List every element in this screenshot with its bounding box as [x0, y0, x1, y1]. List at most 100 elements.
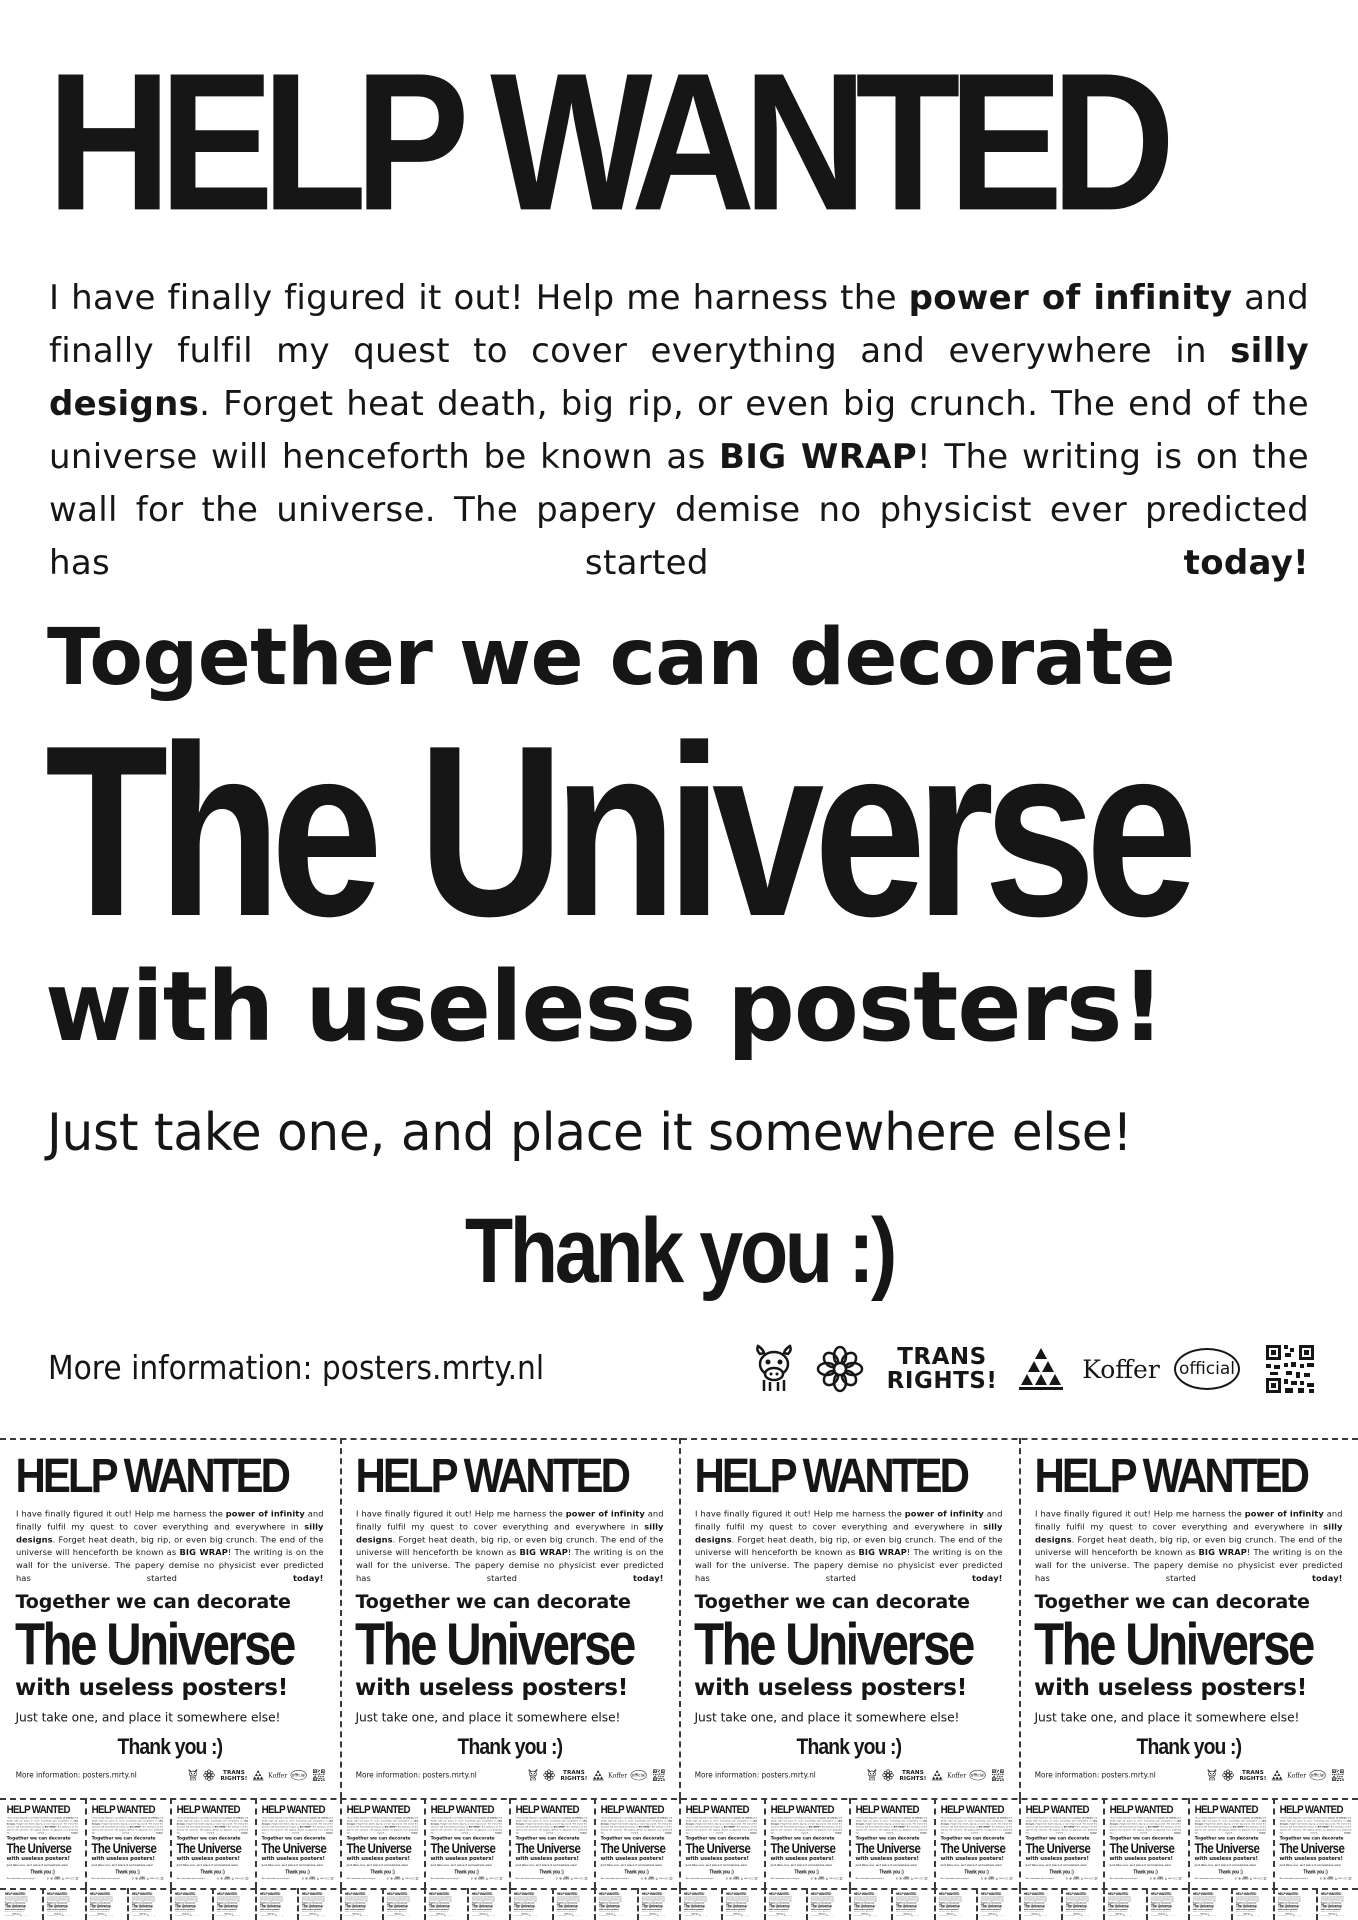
more-information-link[interactable]: More information: posters.mrty.nl	[1108, 1915, 1117, 1916]
more-information-link[interactable]: More information: posters.mrty.nl	[1110, 1877, 1138, 1879]
more-information-link[interactable]: More information: posters.mrty.nl	[514, 1915, 523, 1916]
tear-off-poster[interactable]: HELP WANTED I have finally figured it ou…	[343, 1801, 421, 1885]
more-information-link[interactable]: More information: posters.mrty.nl	[1236, 1915, 1245, 1916]
tear-off-poster[interactable]: HELP WANTED I have finally figured it ou…	[258, 1891, 294, 1917]
tear-off-poster[interactable]: HELP WANTED I have finally figured it ou…	[343, 1891, 378, 1917]
more-information-link[interactable]: More information: posters.mrty.nl	[387, 1915, 396, 1916]
more-information-link[interactable]: More information: posters.mrty.nl	[217, 1915, 226, 1916]
tear-off-poster[interactable]: HELP WANTED I have finally figured it ou…	[683, 1891, 718, 1917]
tear-off-poster[interactable]: HELP WANTED I have finally figured it ou…	[131, 1891, 166, 1917]
tear-off-poster[interactable]: HELP WANTED I have finally figured it ou…	[258, 1801, 336, 1885]
more-information-link[interactable]: More information: posters.mrty.nl	[726, 1915, 735, 1916]
more-information-link[interactable]: More information: posters.mrty.nl	[599, 1915, 608, 1916]
tear-off-poster[interactable]: HELP WANTED I have finally figured it ou…	[1064, 1891, 1100, 1917]
tear-off-poster[interactable]: HELP WANTED I have finally figured it ou…	[980, 1891, 1015, 1917]
tear-off-poster[interactable]: HELP WANTED I have finally figured it ou…	[598, 1891, 633, 1917]
more-information-link[interactable]: More information: posters.mrty.nl	[811, 1915, 820, 1916]
more-information-link[interactable]: More information: posters.mrty.nl	[981, 1915, 990, 1916]
more-information-link[interactable]: More information: posters.mrty.nl	[771, 1877, 799, 1879]
tear-off-poster[interactable]: HELP WANTED I have finally figured it ou…	[385, 1891, 421, 1917]
tear-off-poster[interactable]: HELP WANTED I have finally figured it ou…	[4, 1441, 336, 1795]
more-information-link[interactable]: More information: posters.mrty.nl	[896, 1915, 905, 1916]
more-information-link[interactable]: More information: posters.mrty.nl	[938, 1915, 947, 1916]
tear-off-poster[interactable]: HELP WANTED I have finally figured it ou…	[470, 1891, 506, 1917]
tear-off-poster[interactable]: HELP WANTED I have finally figured it ou…	[1107, 1801, 1185, 1885]
tear-off-poster[interactable]: HELP WANTED I have finally figured it ou…	[725, 1891, 760, 1917]
tear-off-poster[interactable]: HELP WANTED I have finally figured it ou…	[937, 1801, 1015, 1885]
tear-off-poster[interactable]: HELP WANTED I have finally figured it ou…	[767, 1801, 845, 1885]
more-information-link[interactable]: More information: posters.mrty.nl	[1151, 1915, 1160, 1916]
more-information-link[interactable]: More information: posters.mrty.nl	[259, 1915, 268, 1916]
tear-off-poster[interactable]: HELP WANTED I have finally figured it ou…	[683, 1801, 760, 1885]
more-information-link[interactable]: More information: posters.mrty.nl	[1066, 1915, 1075, 1916]
more-information-link[interactable]: More information: posters.mrty.nl	[1034, 1770, 1155, 1781]
more-information-link[interactable]: More information: posters.mrty.nl	[1193, 1915, 1202, 1916]
tear-off-poster[interactable]: HELP WANTED I have finally figured it ou…	[1277, 1801, 1354, 1885]
more-information-link[interactable]: More information: posters.mrty.nl	[346, 1877, 374, 1879]
more-information-link[interactable]: More information: posters.mrty.nl	[601, 1877, 629, 1879]
more-information-link[interactable]: More information: posters.mrty.nl	[429, 1915, 438, 1916]
more-information-link[interactable]: More information: posters.mrty.nl	[132, 1915, 141, 1916]
tear-off-poster[interactable]: HELP WANTED I have finally figured it ou…	[937, 1891, 973, 1917]
more-information-link[interactable]: More information: posters.mrty.nl	[686, 1877, 714, 1879]
tear-off-poster[interactable]: HELP WANTED I have finally figured it ou…	[173, 1801, 251, 1885]
more-information-link[interactable]: More information: posters.mrty.nl	[472, 1915, 481, 1916]
tear-off-poster[interactable]: HELP WANTED I have finally figured it ou…	[1022, 1891, 1057, 1917]
more-information-link[interactable]: More information: posters.mrty.nl	[16, 1770, 137, 1781]
tear-off-poster[interactable]: HELP WANTED I have finally figured it ou…	[1192, 1891, 1227, 1917]
more-information-link[interactable]: More information: posters.mrty.nl	[344, 1915, 353, 1916]
tear-off-poster[interactable]: HELP WANTED I have finally figured it ou…	[4, 1801, 81, 1885]
tear-off-poster[interactable]: HELP WANTED I have finally figured it ou…	[852, 1801, 930, 1885]
tear-off-poster[interactable]: HELP WANTED I have finally figured it ou…	[513, 1801, 591, 1885]
tear-off-poster[interactable]: HELP WANTED I have finally figured it ou…	[301, 1891, 336, 1917]
tear-off-poster[interactable]: HELP WANTED I have finally figured it ou…	[88, 1891, 124, 1917]
more-information-link[interactable]: More information: posters.mrty.nl	[516, 1877, 544, 1879]
tear-off-poster[interactable]: HELP WANTED I have finally figured it ou…	[46, 1891, 81, 1917]
tear-off-poster[interactable]: HELP WANTED I have finally figured it ou…	[173, 1891, 209, 1917]
tear-off-poster[interactable]: HELP WANTED I have finally figured it ou…	[767, 1891, 803, 1917]
more-information-link[interactable]: More information: posters.mrty.nl	[1280, 1877, 1308, 1879]
more-information-link[interactable]: More information: posters.mrty.nl	[90, 1915, 99, 1916]
more-information-link[interactable]: More information: posters.mrty.nl	[1195, 1877, 1223, 1879]
more-information-link[interactable]: More information: posters.mrty.nl	[5, 1915, 14, 1916]
tear-off-poster[interactable]: HELP WANTED I have finally figured it ou…	[343, 1441, 675, 1795]
more-information-link[interactable]: More information: posters.mrty.nl	[261, 1877, 289, 1879]
more-information-link[interactable]: More information: posters.mrty.nl	[684, 1915, 693, 1916]
more-information-link[interactable]: More information: posters.mrty.nl	[641, 1915, 650, 1916]
more-information-link[interactable]: More information: posters.mrty.nl	[1023, 1915, 1032, 1916]
more-information-link[interactable]: More information: posters.mrty.nl	[855, 1877, 883, 1879]
tear-off-poster[interactable]: HELP WANTED I have finally figured it ou…	[640, 1891, 675, 1917]
tear-off-poster[interactable]: HELP WANTED I have finally figured it ou…	[1192, 1801, 1270, 1885]
more-information-link[interactable]: More information: posters.mrty.nl	[940, 1877, 968, 1879]
tear-off-poster[interactable]: HELP WANTED I have finally figured it ou…	[1319, 1891, 1354, 1917]
tear-off-poster[interactable]: HELP WANTED I have finally figured it ou…	[598, 1801, 675, 1885]
tear-off-poster[interactable]: HELP WANTED I have finally figured it ou…	[810, 1891, 845, 1917]
tear-off-poster[interactable]: HELP WANTED I have finally figured it ou…	[428, 1891, 463, 1917]
tear-off-poster[interactable]: HELP WANTED I have finally figured it ou…	[1277, 1891, 1312, 1917]
more-information-link[interactable]: More information: posters.mrty.nl	[302, 1915, 311, 1916]
more-information-link[interactable]: More information: posters.mrty.nl	[176, 1877, 204, 1879]
more-information-link[interactable]: More information: posters.mrty.nl	[48, 1346, 544, 1390]
tear-off-poster[interactable]: HELP WANTED I have finally figured it ou…	[1022, 1801, 1100, 1885]
tear-off-poster[interactable]: HELP WANTED I have finally figured it ou…	[1022, 1441, 1354, 1795]
tear-off-poster[interactable]: HELP WANTED I have finally figured it ou…	[555, 1891, 591, 1917]
tear-off-poster[interactable]: HELP WANTED I have finally figured it ou…	[895, 1891, 930, 1917]
more-information-link[interactable]: More information: posters.mrty.nl	[1025, 1877, 1053, 1879]
tear-off-poster[interactable]: HELP WANTED I have finally figured it ou…	[683, 1441, 1015, 1795]
more-information-link[interactable]: More information: posters.mrty.nl	[7, 1877, 35, 1879]
tear-off-poster[interactable]: HELP WANTED I have finally figured it ou…	[852, 1891, 888, 1917]
more-information-link[interactable]: More information: posters.mrty.nl	[557, 1915, 566, 1916]
tear-off-poster[interactable]: HELP WANTED I have finally figured it ou…	[513, 1891, 548, 1917]
tear-off-poster[interactable]: HELP WANTED I have finally figured it ou…	[428, 1801, 506, 1885]
tear-off-poster[interactable]: HELP WANTED I have finally figured it ou…	[216, 1891, 251, 1917]
more-information-link[interactable]: More information: posters.mrty.nl	[431, 1877, 459, 1879]
more-information-link[interactable]: More information: posters.mrty.nl	[695, 1770, 816, 1781]
tear-off-poster[interactable]: HELP WANTED I have finally figured it ou…	[4, 1891, 39, 1917]
more-information-link[interactable]: More information: posters.mrty.nl	[47, 1915, 56, 1916]
more-information-link[interactable]: More information: posters.mrty.nl	[92, 1877, 120, 1879]
more-information-link[interactable]: More information: posters.mrty.nl	[769, 1915, 778, 1916]
more-information-link[interactable]: More information: posters.mrty.nl	[175, 1915, 184, 1916]
more-information-link[interactable]: More information: posters.mrty.nl	[1278, 1915, 1287, 1916]
more-information-link[interactable]: More information: posters.mrty.nl	[355, 1770, 476, 1781]
tear-off-poster[interactable]: HELP WANTED I have finally figured it ou…	[1234, 1891, 1270, 1917]
